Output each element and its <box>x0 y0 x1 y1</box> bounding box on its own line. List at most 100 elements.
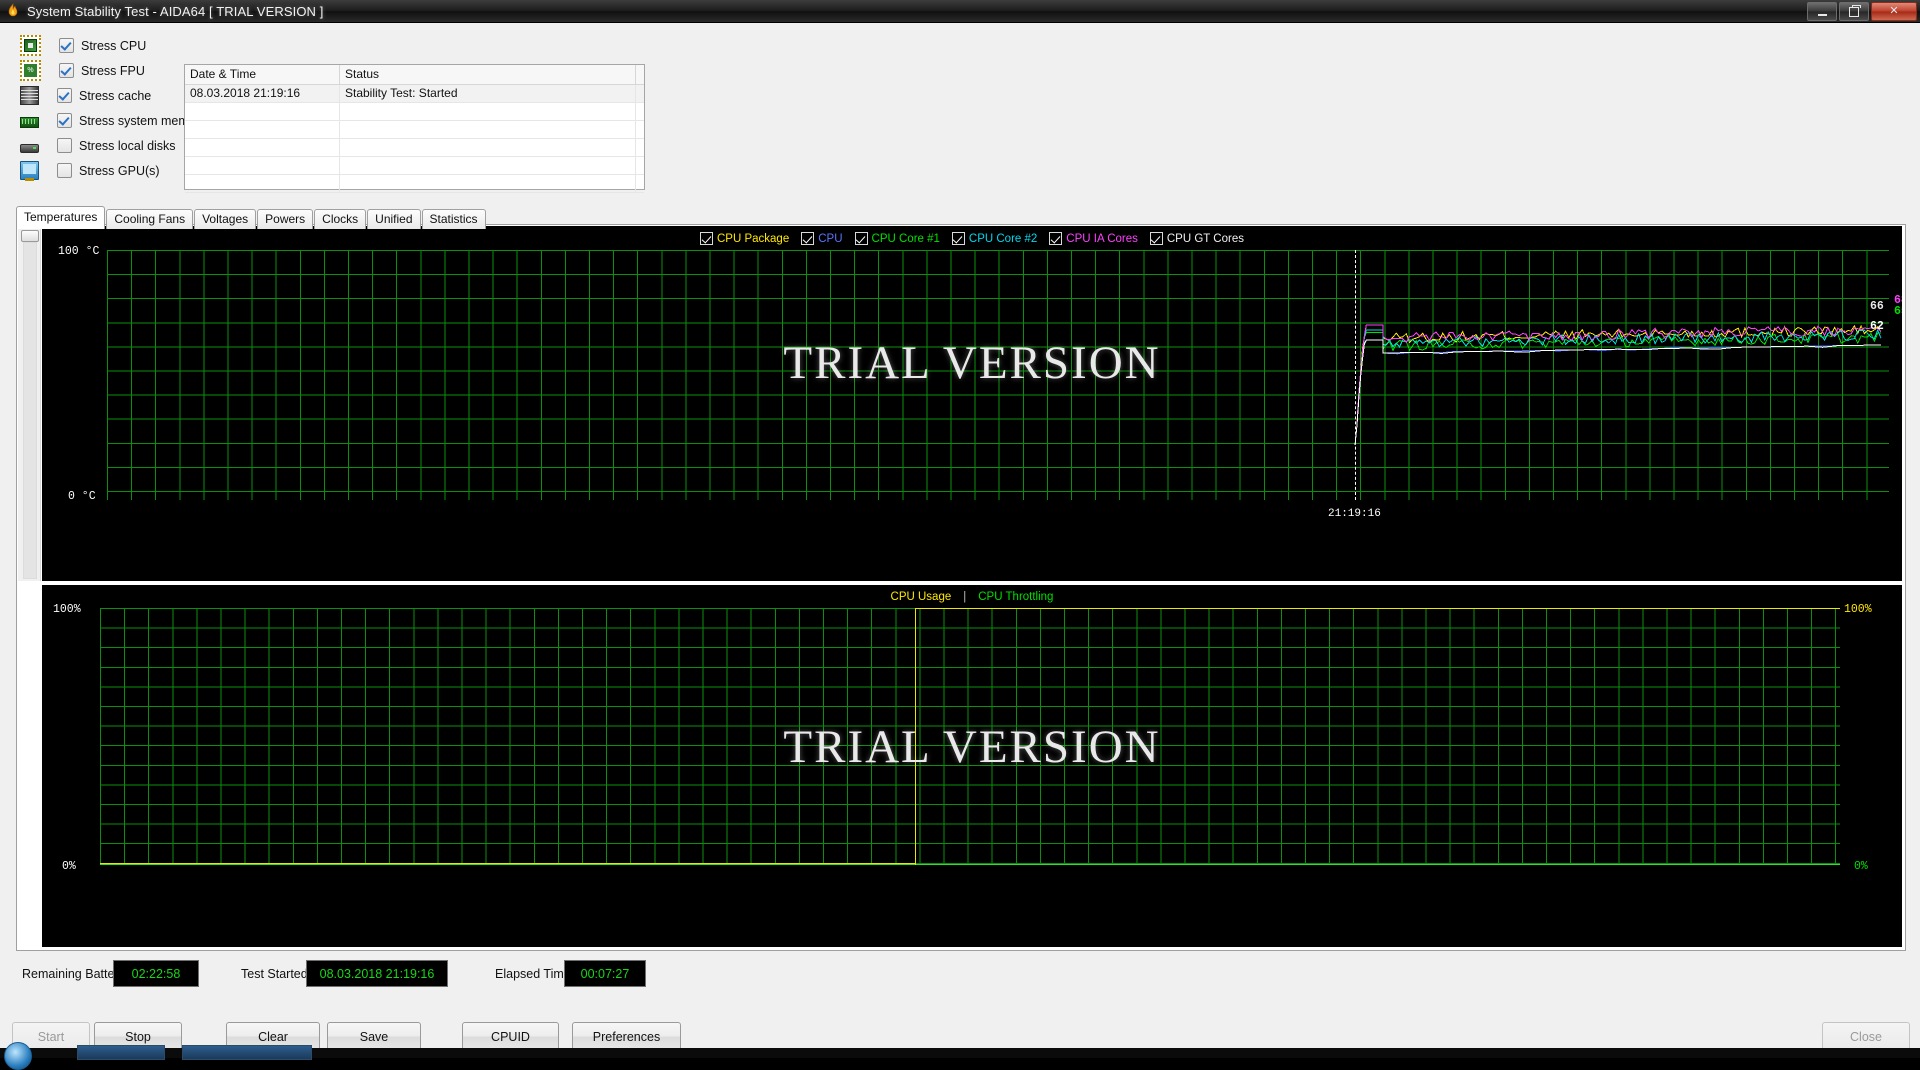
close-window-button[interactable]: ✕ <box>1871 2 1917 21</box>
table-row[interactable] <box>185 157 644 175</box>
temp-value-label-66: 66 <box>1870 300 1884 313</box>
test-started-label: Test Started: <box>241 967 312 981</box>
temperature-chart[interactable]: CPU Package CPU CPU Core #1 CPU Core #2 … <box>42 226 1902 581</box>
table-row[interactable] <box>185 121 644 139</box>
legend-item-cpu-gt-cores[interactable]: CPU GT Cores <box>1149 232 1244 245</box>
legend-checkbox[interactable] <box>801 232 815 245</box>
column-header-status[interactable]: Status <box>340 65 636 84</box>
elapsed-time-label: Elapsed Time: <box>495 967 575 981</box>
scrollbar-thumb[interactable] <box>21 230 39 242</box>
window-controls: ✕ <box>1807 2 1917 21</box>
stress-gpu-label: Stress GPU(s) <box>79 163 160 178</box>
legend-item-cpu-package[interactable]: CPU Package <box>700 232 789 245</box>
table-row[interactable] <box>185 103 644 121</box>
temp-value-label-65: 65 <box>1894 305 1902 318</box>
close-button[interactable]: Close <box>1822 1022 1910 1051</box>
tab-cooling-fans[interactable]: Cooling Fans <box>106 209 194 229</box>
legend-item-cpu-core-1[interactable]: CPU Core #1 <box>854 232 940 245</box>
stress-disks-checkbox[interactable] <box>57 138 72 153</box>
legend-checkbox[interactable] <box>854 232 868 245</box>
start-button-label: Start <box>37 1029 65 1044</box>
table-row[interactable]: 08.03.2018 21:19:16 Stability Test: Star… <box>185 85 644 103</box>
stress-fpu-checkbox[interactable] <box>59 63 74 78</box>
tab-unified[interactable]: Unified <box>367 209 421 229</box>
cpu-throttling-line <box>100 864 1840 865</box>
stress-gpu-checkbox[interactable] <box>57 163 72 178</box>
stress-disks-label: Stress local disks <box>79 138 176 153</box>
stress-option-gpu[interactable]: Stress GPU(s) <box>20 158 206 183</box>
tab-temperatures[interactable]: Temperatures <box>16 206 106 229</box>
legend-label: CPU IA Cores <box>1066 232 1138 245</box>
preferences-button[interactable]: Preferences <box>572 1022 681 1051</box>
cpu-axis-label-max-left: 100% <box>53 603 81 616</box>
temp-value-label-62: 62 <box>1870 320 1884 333</box>
cell-datetime: 08.03.2018 21:19:16 <box>185 85 340 102</box>
legend-item-cpu-usage[interactable]: CPU Usage <box>891 591 952 603</box>
cpu-axis-label-min-right: 0% <box>1854 860 1868 873</box>
save-button[interactable]: Save <box>327 1022 421 1051</box>
minimize-button[interactable] <box>1807 2 1837 21</box>
table-header-row: Date & Time Status <box>185 65 644 85</box>
cpu-usage-chart[interactable]: CPU Usage | CPU Throttling 100% 0% 100% … <box>42 585 1902 947</box>
cell-status: Stability Test: Started <box>340 85 636 102</box>
legend-item-cpu-throttling[interactable]: CPU Throttling <box>978 591 1053 603</box>
stop-button-label: Stop <box>125 1029 151 1044</box>
stress-cpu-checkbox[interactable] <box>59 38 74 53</box>
stress-option-memory[interactable]: Stress system memory <box>20 108 206 133</box>
stress-option-cpu[interactable]: Stress CPU <box>20 33 206 58</box>
elapsed-time-value: 00:07:27 <box>564 960 646 987</box>
title-bar: System Stability Test - AIDA64 [ TRIAL V… <box>0 0 1920 23</box>
stress-option-fpu[interactable]: % Stress FPU <box>20 58 206 83</box>
cpu-usage-rise-edge <box>915 608 916 865</box>
chart-tabs: Temperatures Cooling Fans Voltages Power… <box>16 206 487 229</box>
tab-statistics[interactable]: Statistics <box>421 209 486 229</box>
cpuid-button[interactable]: CPUID <box>462 1022 559 1051</box>
stress-options-list: Stress CPU % Stress FPU Stress cache Str… <box>20 33 206 183</box>
temperature-plot-area <box>107 250 1889 500</box>
temperature-series-lines <box>1354 324 1882 446</box>
test-started-value: 08.03.2018 21:19:16 <box>306 960 448 987</box>
table-row[interactable] <box>185 139 644 157</box>
tab-clocks[interactable]: Clocks <box>314 209 367 229</box>
legend-item-cpu[interactable]: CPU <box>801 232 843 245</box>
legend-label: CPU GT Cores <box>1166 232 1244 245</box>
column-header-datetime[interactable]: Date & Time <box>185 65 340 84</box>
cache-icon <box>20 86 39 105</box>
graph-vertical-scrollbar[interactable] <box>18 226 41 581</box>
tab-voltages[interactable]: Voltages <box>194 209 257 229</box>
aida64-stability-window: System Stability Test - AIDA64 [ TRIAL V… <box>0 0 1920 1070</box>
legend-label: CPU Core #2 <box>968 232 1038 245</box>
tab-powers[interactable]: Powers <box>257 209 314 229</box>
table-row[interactable] <box>185 175 644 193</box>
legend-item-cpu-core-2[interactable]: CPU Core #2 <box>951 232 1038 245</box>
legend-checkbox[interactable] <box>951 232 965 245</box>
temperature-chart-legend: CPU Package CPU CPU Core #1 CPU Core #2 … <box>42 232 1902 245</box>
gpu-monitor-icon <box>20 161 39 181</box>
legend-checkbox[interactable] <box>700 232 713 245</box>
cpu-usage-legend: CPU Usage | CPU Throttling <box>42 591 1902 603</box>
temperature-x-tick-label: 21:19:16 <box>1328 508 1381 520</box>
stress-memory-checkbox[interactable] <box>57 113 72 128</box>
legend-checkbox[interactable] <box>1049 232 1063 245</box>
stress-option-cache[interactable]: Stress cache <box>20 83 206 108</box>
start-orb-icon[interactable] <box>4 1042 32 1070</box>
scrollbar-track[interactable] <box>23 242 37 579</box>
legend-label: CPU Package <box>717 232 790 245</box>
stress-cache-label: Stress cache <box>79 88 152 103</box>
legend-checkbox[interactable] <box>1149 232 1163 245</box>
cpu-chip-icon <box>20 35 41 56</box>
stress-option-disks[interactable]: Stress local disks <box>20 133 206 158</box>
legend-label: CPU Throttling <box>978 591 1054 603</box>
temp-axis-label-max: 100 °C <box>58 245 100 258</box>
graphs-container: CPU Package CPU CPU Core #1 CPU Core #2 … <box>16 224 1906 951</box>
legend-item-cpu-ia-cores[interactable]: CPU IA Cores <box>1049 232 1138 245</box>
close-button-label: Close <box>1850 1029 1882 1044</box>
top-panel: Stress CPU % Stress FPU Stress cache Str… <box>0 23 1920 210</box>
cpu-axis-label-max-right: 100% <box>1844 603 1872 616</box>
event-log-table[interactable]: Date & Time Status 08.03.2018 21:19:16 S… <box>184 64 645 193</box>
cpu-usage-baseline <box>100 863 916 864</box>
aida64-flame-icon <box>5 3 21 19</box>
stress-cache-checkbox[interactable] <box>57 88 72 103</box>
legend-separator: | <box>963 591 967 603</box>
maximize-button[interactable] <box>1839 2 1869 21</box>
